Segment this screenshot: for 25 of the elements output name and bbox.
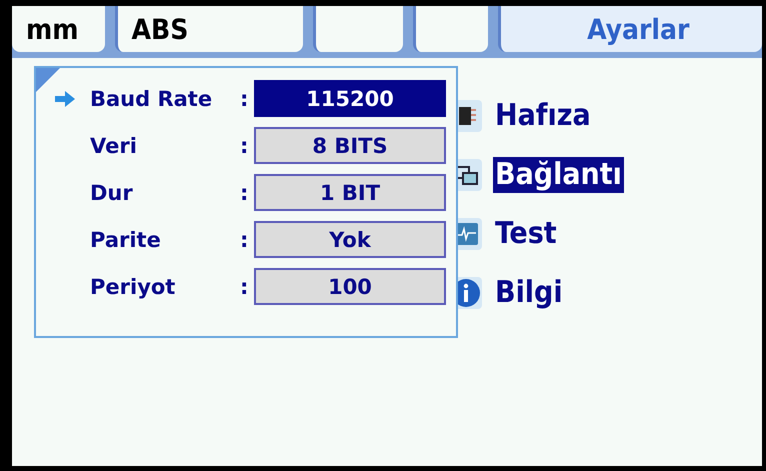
value-field[interactable]: 8 BITS <box>254 127 446 164</box>
tab[interactable]: mm <box>12 6 104 52</box>
colon: : <box>240 86 250 110</box>
colon: : <box>240 134 250 158</box>
tab[interactable] <box>412 6 488 52</box>
setting-label: Dur <box>90 180 134 204</box>
colon: : <box>240 228 250 252</box>
value-field[interactable]: 1 BIT <box>254 174 446 211</box>
setting-label: Periyot <box>90 274 176 298</box>
setting-label: Veri <box>90 134 138 158</box>
tab[interactable] <box>313 6 403 52</box>
value-field[interactable]: 100 <box>254 268 446 305</box>
tab[interactable]: Ayarlar <box>498 6 762 52</box>
value-field[interactable]: Yok <box>254 221 446 258</box>
setting-label: Baud Rate <box>90 86 214 110</box>
menu-item[interactable]: Bilgi <box>493 275 565 311</box>
menu-item[interactable]: Bağlantı <box>493 157 624 193</box>
menu-item[interactable]: Test <box>493 216 559 252</box>
corner-mark-icon <box>36 68 60 92</box>
colon: : <box>240 274 250 298</box>
menu-item[interactable]: Hafıza <box>493 98 593 134</box>
colon: : <box>240 180 250 204</box>
tab[interactable]: ABS <box>114 6 304 52</box>
setting-label: Parite <box>90 228 162 252</box>
value-field[interactable]: 115200 <box>254 80 446 117</box>
